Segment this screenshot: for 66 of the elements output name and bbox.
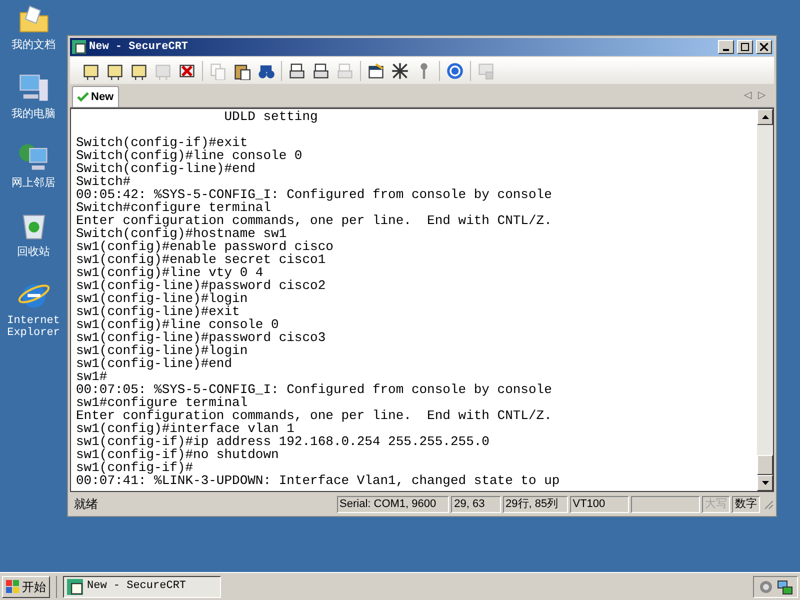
status-message: 就绪 [73, 496, 99, 514]
minimize-button[interactable] [718, 40, 734, 54]
terminal-line: Switch#configure terminal [76, 200, 272, 214]
terminal-line: sw1(config)#line console 0 [76, 318, 280, 331]
terminal-line: sw1(config-if)#ip address 192.168.0.254 255.255.255.0 [76, 434, 490, 448]
terminal-line: 00:05:42: %SYS-5-CONFIG_I: Configured from console by console [76, 188, 553, 201]
terminal-line: sw1(config-if)# [76, 460, 194, 474]
windows-flag-icon [6, 580, 20, 594]
terminal-line: sw1(config)#enable secret cisco1 [76, 252, 327, 266]
scroll-thumb[interactable] [757, 455, 773, 476]
terminal-line: sw1(config-line)#exit [76, 304, 240, 318]
printer-icon[interactable] [312, 62, 330, 80]
tab-scroll-button[interactable]: ▷ [758, 90, 766, 102]
start-button[interactable]: 开始 [2, 576, 50, 598]
scroll-down-icon[interactable] [762, 481, 768, 486]
terminal-line: Enter configuration commands, one per line. End with CNTL/Z. [76, 214, 553, 227]
terminal-line: sw1(config)#enable password cisco [76, 240, 334, 253]
maximize-button[interactable] [737, 40, 753, 54]
terminal-line: Switch# [76, 174, 131, 188]
app-icon [67, 578, 83, 594]
minimize-icon [723, 48, 729, 51]
resize-grip-icon[interactable] [762, 498, 774, 510]
help-icon[interactable] [446, 62, 464, 80]
terminal-line: sw1# [76, 370, 108, 383]
terminal-line: Switch(config)#line console 0 [76, 148, 304, 162]
terminal-line: sw1(config)#interface vlan 1 [76, 422, 294, 435]
terminal-line: sw1(config)#line vty 0 4 [76, 266, 264, 279]
desktop-icon-label[interactable]: 回收站 [0, 246, 66, 258]
terminal-line: UDLD setting [223, 110, 319, 123]
terminal-line: sw1(config-line)#login [76, 292, 248, 305]
terminal-line: sw1(config-line)#login [76, 344, 248, 357]
window-title: New - SecureCRT [89, 40, 190, 55]
terminal-line: sw1(config-line)#password cisco2 [76, 278, 327, 292]
terminal-line: Switch(config)#hostname sw1 [76, 226, 287, 240]
status-pane: 数字 [732, 496, 760, 513]
status-pane: VT100 [570, 496, 630, 513]
terminal-line: sw1(config-line)#end [76, 356, 232, 370]
scrollbar[interactable] [757, 108, 773, 492]
maximize-icon [741, 42, 749, 51]
network-icon[interactable] [777, 578, 793, 594]
terminal-line: sw1#configure terminal [76, 396, 248, 409]
close-icon [760, 42, 768, 51]
empty-status-pane [631, 496, 700, 513]
terminal-line: 00:07:05: %SYS-5-CONFIG_I: Configured from console by console [76, 382, 553, 396]
terminal-line: 00:07:41: %LINK-3-UPDOWN: Interface Vlan1, changed state to up [76, 474, 561, 487]
status-pane: Serial: COM1, 9600 [336, 496, 450, 513]
terminal-line: sw1(config-line)#password cisco3 [76, 330, 327, 344]
session-tab[interactable]: New [72, 86, 119, 107]
desktop-icon-label[interactable]: 我的文档 [0, 39, 66, 51]
properties-icon[interactable] [367, 62, 385, 80]
desktop-icon-label[interactable]: 我的电脑 [0, 108, 66, 120]
terminal-line: Switch(config-if)#exit [76, 136, 248, 149]
terminal-line: sw1(config-if)#no shutdown [76, 448, 280, 461]
printer-icon[interactable] [288, 62, 306, 80]
taskbar-button[interactable]: New - SecureCRT [63, 576, 221, 598]
check-icon [77, 92, 89, 102]
terminal-line: Enter configuration commands, one per line. End with CNTL/Z. [76, 408, 553, 422]
scroll-up-icon[interactable] [762, 114, 768, 119]
tab-scroll-button[interactable]: ◁ [744, 90, 752, 102]
status-pane: 29行, 85列 [502, 496, 568, 513]
status-pane: 29, 63 [451, 496, 501, 513]
app-icon [72, 40, 86, 54]
terminal-line: Switch(config-line)#end [76, 162, 256, 175]
desktop-icon-label[interactable]: 网上邻居 [0, 177, 66, 189]
desktop-icon-label[interactable]: Internet Explorer [0, 315, 66, 339]
close-button[interactable] [756, 40, 772, 54]
